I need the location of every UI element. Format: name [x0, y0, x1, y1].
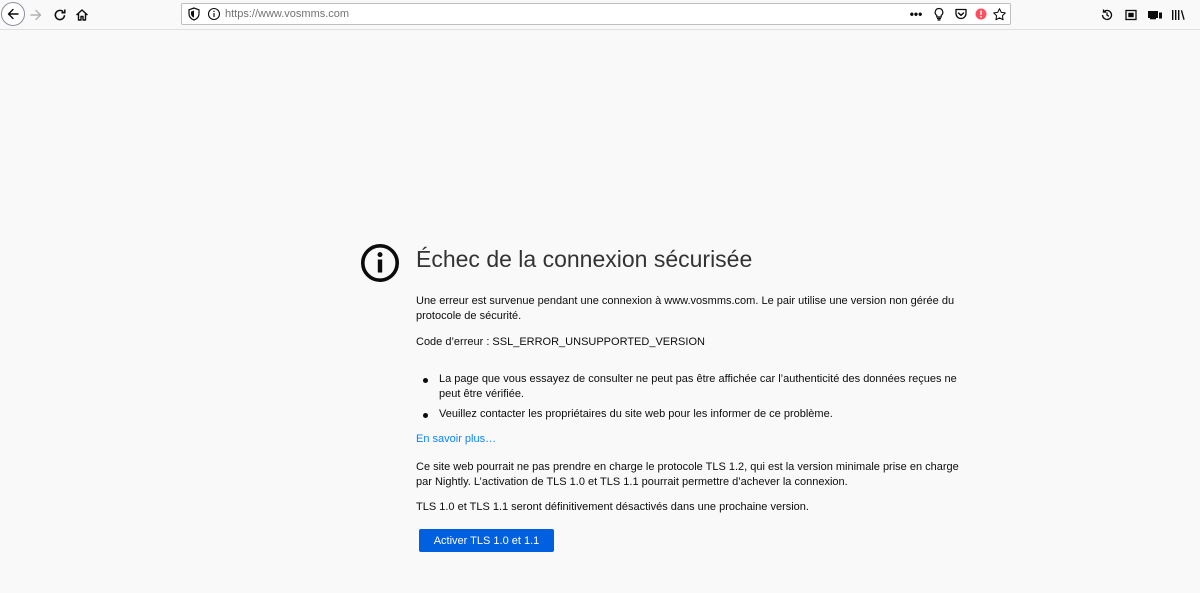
- list-item: Veuillez contacter les propriétaires du …: [416, 407, 976, 422]
- tracking-protection-shield-icon[interactable]: [186, 6, 202, 22]
- forward-arrow-icon[interactable]: [25, 3, 47, 27]
- page-title: Échec de la connexion sécurisée: [416, 246, 753, 272]
- error-description: Une erreur est survenue pendant une conn…: [416, 295, 955, 322]
- error-info-icon: [360, 243, 400, 283]
- url-text[interactable]: https://www.vosmms.com: [225, 7, 349, 21]
- pocket-icon[interactable]: [952, 6, 970, 22]
- home-icon[interactable]: [71, 3, 93, 27]
- reload-icon[interactable]: [49, 3, 71, 27]
- history-icon[interactable]: [1097, 5, 1117, 25]
- back-arrow-icon[interactable]: [1, 2, 25, 26]
- page-actions-icon[interactable]: •••: [907, 6, 925, 22]
- site-info-icon[interactable]: [206, 6, 222, 22]
- enable-tls-button[interactable]: Activer TLS 1.0 et 1.1: [419, 529, 554, 552]
- error-reasons-list: La page que vous essayez de consulter ne…: [416, 372, 976, 427]
- lightbulb-icon[interactable]: [930, 6, 948, 22]
- error-code: Code d’erreur : SSL_ERROR_UNSUPPORTED_VE…: [416, 336, 705, 348]
- library-icon[interactable]: [1168, 5, 1188, 25]
- screenshot-icon[interactable]: [1121, 5, 1141, 25]
- learn-more-link[interactable]: En savoir plus…: [416, 432, 496, 447]
- tls-deprecation-notice: TLS 1.0 et TLS 1.1 seront définitivement…: [416, 501, 809, 513]
- synced-tabs-icon[interactable]: [1145, 5, 1165, 25]
- tls-explanation: Ce site web pourrait ne pas prendre en c…: [416, 461, 959, 488]
- blocked-notice-icon[interactable]: [972, 6, 990, 22]
- bookmark-star-icon[interactable]: [990, 6, 1008, 22]
- url-bar[interactable]: https://www.vosmms.com •••: [181, 3, 1011, 25]
- list-item: La page que vous essayez de consulter ne…: [416, 372, 976, 402]
- browser-toolbar: https://www.vosmms.com •••: [0, 0, 1200, 30]
